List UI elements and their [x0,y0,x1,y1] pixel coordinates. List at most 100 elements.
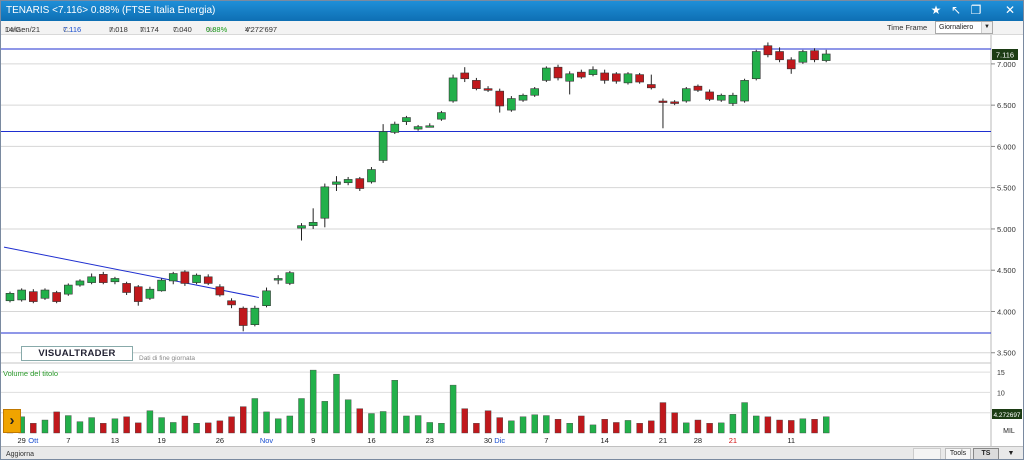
x-axis-label: 7 [544,436,548,445]
volume-bar [461,408,468,434]
timeframe-select[interactable]: Giornaliero ▼ [935,21,993,34]
volume-bar [811,419,818,434]
candle-body [180,271,190,284]
chevron-right-icon[interactable]: › [3,409,21,433]
volume-bar [239,406,247,434]
volume-tick-label: 15 [997,370,1005,377]
candle-body [681,88,691,102]
volume-bar [263,411,270,434]
tools-button[interactable]: Tools [945,448,971,459]
volume-bar [648,420,655,434]
candle-body [716,94,726,101]
candle-body [133,286,143,302]
candle-body [495,90,505,107]
volume-bar [309,369,317,434]
timeframe-value: Giornaliero [939,24,974,31]
candle-body [775,51,784,61]
candle-body [751,51,761,80]
candle-body [728,94,738,104]
volume-bar [65,415,72,434]
candle-body [460,72,470,80]
volume-bar [613,422,620,434]
candle-body [343,179,353,184]
candle-body [273,278,283,281]
candle-body [192,274,201,283]
candle-body [693,85,703,91]
candle-body [635,74,644,83]
candle-body [250,307,260,325]
volume-bar [426,422,433,434]
chart-window: TENARIS <7.116> 0.88% (FTSE Italia Energ… [0,0,1024,460]
volume-bar [671,412,678,434]
volume-bar [368,413,375,434]
menu-arrow-icon[interactable]: ▼ [1001,448,1021,459]
volume-bar [578,415,585,434]
volume-bar [298,398,305,434]
star-icon[interactable]: ★ [929,3,943,17]
volume-bar [484,410,492,434]
volume-bar [718,422,725,434]
candle-body [320,186,330,219]
candle-body [483,88,493,91]
candle-body [367,169,376,183]
last-volume-value: 4.272697 [993,412,1020,419]
volume-bar [123,416,130,434]
volume-bar [414,415,422,434]
candle-body [40,289,50,299]
candle-body [612,73,621,82]
candle-body [507,98,516,111]
x-axis-label: Ott [28,436,39,445]
volume-bar [776,419,783,434]
close-icon[interactable]: ✕ [1003,3,1017,17]
candle-body [588,69,598,75]
volume-bar [379,411,387,434]
last-price-tag: 7.116 [992,49,1018,60]
candle-body [378,131,388,161]
volume-bar [694,419,702,434]
candle-body [402,117,411,122]
candle-body [565,73,574,82]
volume-bar [601,419,608,434]
volume-bar [729,414,737,434]
volume-bar [788,420,795,434]
volume-bar [321,401,329,434]
last-volume-tag: 4.272697 [992,409,1022,419]
candle-body [413,126,423,130]
x-axis-label: 30 [484,436,492,445]
volume-bar [624,420,632,434]
refresh-button[interactable]: Aggiorna [3,449,37,459]
candle-body [215,286,225,296]
ts-off-button[interactable]: TS OFF [973,448,999,459]
volume-bar [146,410,154,434]
index-name: (FTSE Italia Energia) [122,5,216,16]
candle-body [390,123,400,133]
candle-body [530,88,540,96]
candle-body [798,51,808,63]
volume-bar [158,417,165,434]
volume-bar [531,414,538,434]
volume-bar [41,419,49,434]
pin-icon[interactable]: ↖ [949,3,963,17]
x-axis-label: 29 [17,436,25,445]
volume-unit: MIL [1003,428,1015,435]
volume-bar [403,415,410,434]
candle-body [332,181,341,185]
window-title: TENARIS <7.116> 0.88% (FTSE Italia Energ… [6,5,215,16]
candle-body [122,283,131,293]
candle-body [670,101,679,104]
volume-bar [706,423,713,434]
candle-body [448,77,458,102]
scroll-control[interactable] [913,448,941,459]
x-axis-label: 11 [787,436,795,445]
restore-icon[interactable]: ❐ [969,3,983,17]
candle-body [110,278,120,283]
candle-body [810,50,819,61]
volume-bar [519,416,527,434]
candle-body [75,280,85,286]
price-tick-label: 4.500 [997,266,1016,275]
volume-bar [181,415,189,434]
candle-body [740,80,749,102]
chart-area[interactable]: 3.500 4.000 4.500 5.000 5.500 6.000 6.500 7.000… [1,35,1024,446]
volume-bar [228,416,235,434]
x-axis-label: 16 [367,436,375,445]
